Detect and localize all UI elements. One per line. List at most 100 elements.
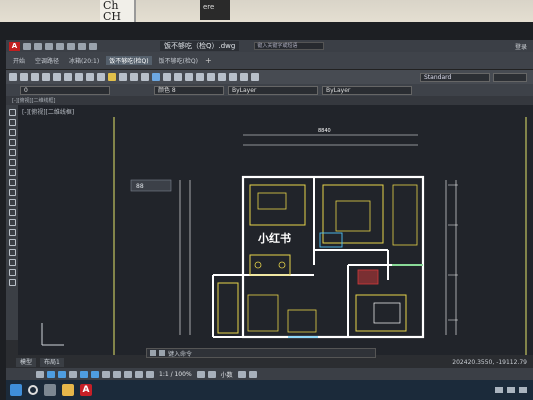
scale-readout[interactable]: 1:1 / 100% — [157, 371, 194, 378]
osnap-icon[interactable] — [91, 370, 99, 378]
zoom-icon[interactable] — [152, 73, 160, 81]
tab-drawing-3[interactable]: 冰箱(20:1) — [66, 56, 102, 65]
circle-icon[interactable] — [8, 169, 16, 176]
autocad-logo-icon[interactable]: A — [9, 41, 20, 51]
open-file-icon[interactable] — [34, 42, 42, 50]
close-icon[interactable] — [150, 350, 156, 356]
snap-icon[interactable] — [58, 370, 66, 378]
tool-palette-icon[interactable] — [207, 73, 215, 81]
start-menu-icon[interactable] — [10, 384, 22, 396]
design-center-icon[interactable] — [196, 73, 204, 81]
text-style-icon[interactable] — [251, 73, 259, 81]
polar-icon[interactable] — [80, 370, 88, 378]
spline-icon[interactable] — [8, 189, 16, 196]
transparency-icon[interactable] — [124, 370, 132, 378]
linetype-select[interactable]: ByLayer — [228, 85, 318, 95]
lineweight-select[interactable]: ByLayer — [322, 85, 412, 95]
point-icon[interactable] — [8, 229, 16, 236]
customize-icon[interactable] — [248, 370, 257, 378]
add-tab-icon[interactable]: + — [205, 56, 212, 65]
viewport-label[interactable]: [-][俯视][二维线框] — [12, 97, 56, 104]
autocad-taskbar-icon[interactable]: A — [80, 384, 92, 396]
task-view-icon[interactable] — [44, 384, 56, 396]
ortho-icon[interactable] — [69, 370, 77, 378]
region-icon[interactable] — [8, 259, 16, 266]
annotation-scale-icon[interactable] — [146, 370, 154, 378]
taskbar-search-icon[interactable] — [28, 385, 38, 395]
command-search-icon[interactable] — [159, 350, 165, 356]
hatch-icon[interactable] — [8, 239, 16, 246]
quick-properties-icon[interactable] — [237, 370, 246, 378]
zoom-window-icon[interactable] — [163, 73, 171, 81]
ellipse-icon[interactable] — [8, 199, 16, 206]
dining-table — [249, 254, 291, 276]
command-line[interactable]: 键入命令 — [146, 348, 376, 358]
grid-icon[interactable] — [47, 370, 55, 378]
layer-select[interactable]: 0 — [20, 85, 110, 95]
make-block-icon[interactable] — [8, 219, 16, 226]
dim-style-select[interactable] — [493, 72, 527, 82]
new-file-icon[interactable] — [23, 42, 31, 50]
drawing-canvas[interactable]: [-][俯视][二维线框] 8840 8840 — [18, 105, 533, 371]
open-icon[interactable] — [20, 73, 28, 81]
calculator-icon[interactable] — [240, 73, 248, 81]
redo-icon[interactable] — [89, 42, 97, 50]
windows-taskbar: A — [6, 380, 533, 400]
save-as-icon[interactable] — [56, 42, 64, 50]
revision-cloud-icon[interactable] — [8, 179, 16, 186]
markup-icon[interactable] — [229, 73, 237, 81]
undo-tool-icon[interactable] — [119, 73, 127, 81]
selection-cycling-icon[interactable] — [135, 370, 143, 378]
construction-line-icon[interactable] — [8, 119, 16, 126]
qnew-icon[interactable] — [9, 73, 17, 81]
properties-icon[interactable] — [185, 73, 193, 81]
color-select[interactable]: 颜色 8 — [154, 85, 224, 95]
cut-icon[interactable] — [75, 73, 83, 81]
match-properties-icon[interactable] — [108, 73, 116, 81]
polyline-icon[interactable] — [8, 129, 16, 136]
print-icon[interactable] — [67, 42, 75, 50]
model-space-icon[interactable] — [36, 370, 44, 378]
redo-tool-icon[interactable] — [130, 73, 138, 81]
zoom-previous-icon[interactable] — [174, 73, 182, 81]
battery-icon[interactable] — [519, 387, 527, 393]
table-icon[interactable] — [8, 269, 16, 276]
publish-icon[interactable] — [64, 73, 72, 81]
volume-icon[interactable] — [507, 387, 515, 393]
tab-drawing-5[interactable]: 饭不够吃(检Q) — [156, 56, 201, 65]
tab-model[interactable]: 模型 — [16, 358, 37, 367]
pan-icon[interactable] — [141, 73, 149, 81]
preview-icon[interactable] — [53, 73, 61, 81]
command-input[interactable]: 键入命令 — [168, 349, 192, 358]
paste-icon[interactable] — [97, 73, 105, 81]
workspace-icon[interactable] — [196, 370, 205, 378]
tab-layout1[interactable]: 布局1 — [40, 358, 64, 367]
tab-drawing-2[interactable]: 空调路径 — [32, 56, 62, 65]
save-tool-icon[interactable] — [31, 73, 39, 81]
polygon-icon[interactable] — [8, 139, 16, 146]
plus-icon[interactable] — [207, 370, 216, 378]
line-tool-icon[interactable] — [8, 109, 16, 116]
gradient-icon[interactable] — [8, 249, 16, 256]
viewport-controls[interactable]: [-][俯视][二维线框] — [22, 107, 74, 116]
insert-block-icon[interactable] — [8, 209, 16, 216]
network-icon[interactable] — [495, 387, 503, 393]
tab-start[interactable]: 开始 — [10, 56, 28, 65]
search-input[interactable]: 键入关键字或短语 — [254, 42, 325, 50]
mtext-icon[interactable] — [8, 279, 16, 286]
arc-icon[interactable] — [8, 159, 16, 166]
system-tray — [495, 387, 527, 393]
login-button[interactable]: 登录 — [515, 42, 527, 51]
text-style-select[interactable]: Standard — [420, 72, 490, 82]
undo-icon[interactable] — [78, 42, 86, 50]
file-explorer-icon[interactable] — [62, 384, 74, 396]
tab-drawing-active[interactable]: 饭不够吃(检Q) — [106, 56, 152, 65]
rectangle-icon[interactable] — [8, 149, 16, 156]
otrack-icon[interactable] — [102, 370, 110, 378]
save-icon[interactable] — [45, 42, 53, 50]
copy-icon[interactable] — [86, 73, 94, 81]
lineweight-icon[interactable] — [113, 370, 121, 378]
plot-icon[interactable] — [42, 73, 50, 81]
sheet-set-icon[interactable] — [218, 73, 226, 81]
units-readout[interactable]: 小数 — [219, 370, 235, 379]
